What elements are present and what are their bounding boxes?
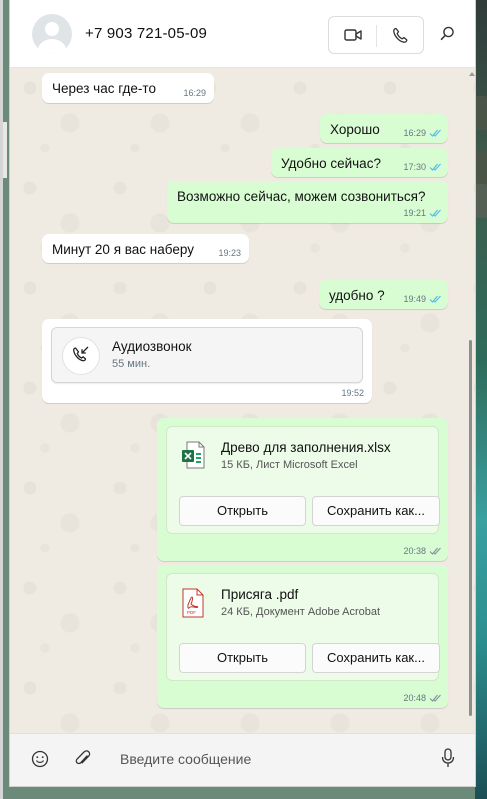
microphone-icon[interactable] (441, 748, 455, 768)
file-name: Древо для заполнения.xlsx (221, 440, 391, 455)
svg-text:PDF: PDF (187, 610, 196, 615)
message-composer: Введите сообщение (10, 733, 475, 786)
message-input[interactable]: Введите сообщение (120, 751, 251, 767)
call-duration: 55 мин. (112, 358, 151, 370)
read-ticks-icon (429, 295, 441, 303)
pdf-file-icon: PDF (182, 588, 204, 618)
call-title: Аудиозвонок (112, 339, 192, 354)
read-ticks-icon (429, 209, 441, 217)
message-text: удобно ? (329, 288, 385, 303)
file-message-bubble[interactable]: PDF Присяга .pdf 24 КБ, Документ Adobe A… (157, 565, 448, 708)
paperclip-icon[interactable] (75, 749, 91, 768)
file-meta: 24 КБ, Документ Adobe Acrobat (221, 606, 381, 618)
message-text: Через час где-то (52, 81, 156, 96)
video-camera-icon[interactable] (344, 27, 362, 43)
avatar-placeholder-head (45, 22, 59, 36)
read-ticks-icon (429, 129, 441, 137)
message-time: 20:38 (403, 546, 426, 556)
file-message-bubble[interactable]: Древо для заполнения.xlsx 15 КБ, Лист Mi… (157, 418, 448, 561)
message-time: 20:48 (403, 693, 426, 703)
background-window-edge (0, 0, 7, 799)
save-as-button[interactable]: Сохранить как... (312, 496, 440, 526)
phone-icon[interactable] (392, 27, 408, 44)
call-icon-circle (62, 337, 100, 375)
message-text: Хорошо (330, 122, 380, 137)
contact-title[interactable]: +7 903 721-05-09 (85, 25, 207, 42)
call-buttons-group (328, 16, 424, 54)
delivered-ticks-icon (429, 694, 441, 702)
message-time: 16:29 (183, 88, 206, 98)
save-as-button[interactable]: Сохранить как... (312, 643, 440, 673)
message-text: Удобно сейчас? (281, 156, 381, 171)
desktop-icon-fragment[interactable] (476, 152, 487, 186)
message-time: 19:49 (403, 294, 426, 304)
call-buttons-divider (376, 25, 377, 47)
file-card[interactable]: PDF Присяга .pdf 24 КБ, Документ Adobe A… (166, 573, 440, 681)
message-bubble-outgoing[interactable]: Возможно сейчас, можем созвониться? 19:2… (167, 181, 448, 223)
read-ticks-icon (429, 163, 441, 171)
excel-file-icon (182, 441, 205, 469)
audio-call-card[interactable]: Аудиозвонок 55 мин. (51, 327, 363, 383)
message-text: Возможно сейчас, можем созвониться? (177, 189, 426, 204)
file-name: Присяга .pdf (221, 587, 299, 602)
open-file-button[interactable]: Открыть (179, 496, 306, 526)
desktop-icon-fragment[interactable] (476, 96, 487, 130)
background-window-handle (3, 122, 7, 178)
message-bubble-incoming[interactable]: Минут 20 я вас наберу 19:23 (42, 234, 249, 263)
open-file-button[interactable]: Открыть (179, 643, 306, 673)
message-time: 19:52 (341, 388, 364, 398)
message-bubble-outgoing[interactable]: Хорошо 16:29 (320, 114, 448, 143)
search-icon[interactable] (440, 26, 455, 41)
desktop-background (475, 0, 487, 799)
chat-header: +7 903 721-05-09 (10, 0, 475, 68)
file-meta: 15 КБ, Лист Microsoft Excel (221, 459, 358, 471)
scrollbar-thumb[interactable] (469, 340, 472, 716)
message-list[interactable]: Через час где-то 16:29 Хорошо 16:29 Удоб… (10, 68, 475, 733)
desktop-icon-fragment[interactable] (476, 184, 487, 218)
delivered-ticks-icon (429, 547, 441, 555)
message-bubble-incoming[interactable]: Через час где-то 16:29 (42, 73, 214, 103)
message-time: 16:29 (403, 128, 426, 138)
message-time: 19:21 (403, 208, 426, 218)
incoming-call-icon (73, 346, 89, 362)
message-text: Минут 20 я вас наберу (52, 242, 194, 257)
emoji-icon[interactable] (31, 750, 49, 768)
message-time: 19:23 (218, 248, 241, 258)
file-card[interactable]: Древо для заполнения.xlsx 15 КБ, Лист Mi… (166, 426, 440, 534)
avatar-placeholder-body (38, 39, 66, 54)
avatar[interactable] (32, 14, 72, 54)
chat-window: +7 903 721-05-09 Через час где-то 16:29 … (10, 0, 475, 786)
call-message-bubble[interactable]: Аудиозвонок 55 мин. 19:52 (42, 319, 372, 403)
message-bubble-outgoing[interactable]: удобно ? 19:49 (319, 280, 448, 309)
message-bubble-outgoing[interactable]: Удобно сейчас? 17:30 (271, 148, 448, 177)
scroll-up-arrow[interactable] (469, 72, 475, 76)
message-time: 17:30 (403, 162, 426, 172)
